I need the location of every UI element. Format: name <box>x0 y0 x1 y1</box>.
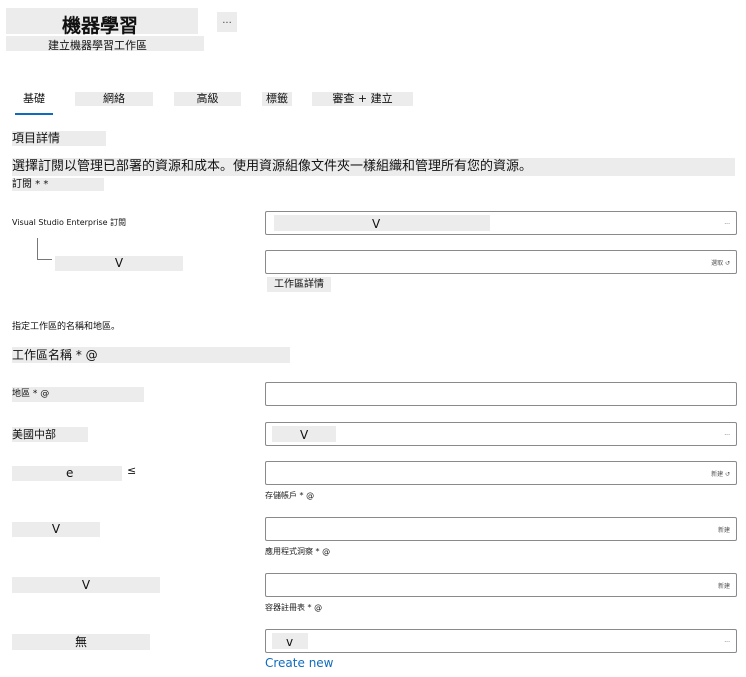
tab-advanced[interactable]: 高級 <box>174 92 241 106</box>
page-title-box: 機器學習 <box>6 8 198 37</box>
appinsights-hint: 應用程式洞察 * @ <box>265 547 331 556</box>
registry-left: 無 <box>12 634 150 650</box>
workspace-name-label: 工作區名稱 * @ <box>12 347 290 363</box>
region-select[interactable]: V ... <box>265 422 737 446</box>
storage-account-select[interactable]: 新建 ↺ <box>265 461 737 485</box>
project-details-description: 選擇訂閱以管理已部署的資源和成本。使用資源組像文件夾一樣組織和管理所有您的資源。 <box>12 158 735 176</box>
storage-left-text: e <box>66 466 74 480</box>
project-details-heading: 項目詳情 <box>12 131 106 146</box>
tab-tags[interactable]: 標籤 <box>262 92 292 106</box>
region-label: 地區 * @ <box>12 387 144 402</box>
create-new-link[interactable]: Create new <box>265 656 334 670</box>
storage-mini: 新建 ↺ <box>711 471 730 478</box>
resource-group-left: V <box>55 256 183 271</box>
appinsights-left: V <box>12 577 160 593</box>
chevron-down-icon: v <box>286 635 294 649</box>
resource-group-select[interactable]: 選取 ↺ <box>265 250 737 274</box>
page-title: 機器學習 <box>62 15 139 37</box>
keyvault-left: V <box>12 522 100 537</box>
subscription-left-label: Visual Studio Enterprise 訂閱 <box>12 218 127 227</box>
region-mini: ... <box>724 430 730 437</box>
storage-left-mark: ≤ <box>127 464 137 477</box>
appinsights-mini: 新建 <box>717 583 730 590</box>
storage-left: e <box>12 466 122 481</box>
chevron-down-icon: V <box>300 428 309 442</box>
tab-basics[interactable]: 基礎 <box>15 92 53 106</box>
workspace-intro: 指定工作區的名稱和地區。 <box>12 322 121 332</box>
registry-hint: 容器註冊表 * @ <box>265 603 323 612</box>
keyvault-mini: 新建 <box>717 527 730 534</box>
storage-hint: 存儲帳戶 * @ <box>265 491 315 500</box>
page-subtitle: 建立機器學習工作區 <box>48 39 147 52</box>
registry-mini: ... <box>724 637 730 644</box>
container-registry-select[interactable]: v ... <box>265 629 737 653</box>
tree-connector <box>37 238 52 260</box>
page-subtitle-box: 建立機器學習工作區 <box>6 36 204 52</box>
tab-networking[interactable]: 網絡 <box>75 92 153 106</box>
active-tab-indicator <box>15 113 53 115</box>
app-insights-select[interactable]: 新建 <box>265 573 737 597</box>
subscription-label: 訂閱 * * <box>12 178 104 191</box>
subscription-fill <box>274 215 490 231</box>
region-left-value: 美國中部 <box>12 427 88 442</box>
resource-group-mini: 選取 ↺ <box>711 260 730 267</box>
subscription-mini: ... <box>724 219 730 226</box>
tab-review-create[interactable]: 審查 + 建立 <box>312 92 413 106</box>
subscription-select[interactable]: V ... <box>265 211 737 235</box>
workspace-name-input[interactable] <box>265 382 737 406</box>
more-options-button[interactable]: ... <box>217 12 237 32</box>
workspace-details-button[interactable]: 工作區詳情 <box>267 277 331 292</box>
chevron-down-icon: V <box>372 217 381 231</box>
key-vault-select[interactable]: 新建 <box>265 517 737 541</box>
